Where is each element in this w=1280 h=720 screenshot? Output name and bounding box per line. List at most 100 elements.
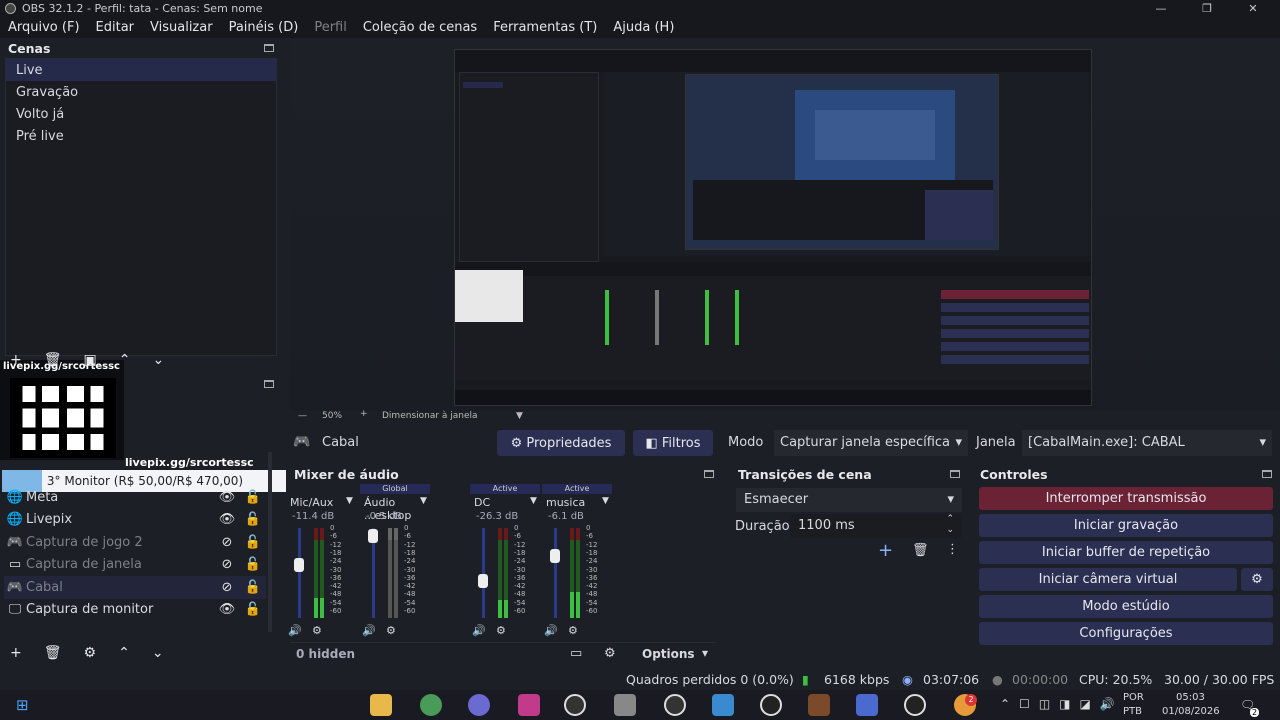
volume-handle[interactable]: [478, 574, 488, 589]
start-virtual-camera-button[interactable]: Iniciar câmera virtual: [979, 568, 1237, 591]
scene-item-pre-live[interactable]: Pré live: [6, 125, 276, 147]
channel-settings-icon[interactable]: ⚙: [312, 624, 322, 637]
app-icon[interactable]: [518, 694, 540, 716]
menu-colecao[interactable]: Coleção de cenas: [355, 20, 485, 35]
windows-start-icon[interactable]: ⊞: [16, 696, 29, 714]
speaker-icon[interactable]: 🔊: [288, 624, 302, 637]
lock-icon[interactable]: 🔓: [240, 557, 266, 572]
remove-transition-icon[interactable]: 🗑: [912, 543, 929, 558]
virtual-camera-settings-icon[interactable]: ⚙: [1241, 568, 1273, 591]
channel-settings-icon[interactable]: ⚙: [568, 624, 578, 637]
lock-icon[interactable]: 🔓: [240, 490, 266, 505]
muted-speaker-icon[interactable]: 🔊: [362, 624, 376, 637]
tray-icons[interactable]: ⌃☐◫◨◪🔊: [1000, 697, 1124, 711]
volume-handle[interactable]: [550, 549, 560, 563]
source-row[interactable]: 🎮 Captura de jogo 2 ⊘ 🔓: [4, 531, 266, 554]
menu-paineis[interactable]: Painéis (D): [221, 20, 307, 35]
start-replay-buffer-button[interactable]: Iniciar buffer de repetição: [979, 541, 1273, 564]
app6-icon[interactable]: [904, 694, 926, 716]
minimize-button[interactable]: —: [1138, 0, 1184, 17]
eye-off-icon[interactable]: ⊘: [214, 557, 240, 572]
eye-off-icon[interactable]: ⊘: [214, 580, 240, 595]
menu-ajuda[interactable]: Ajuda (H): [605, 20, 682, 35]
clock-date[interactable]: 01/08/2026: [1162, 706, 1220, 717]
lock-icon[interactable]: 🔓: [240, 512, 266, 527]
undock-icon[interactable]: [704, 470, 714, 478]
lock-icon[interactable]: 🔓: [240, 580, 266, 595]
scene-down-icon[interactable]: ⌄: [152, 352, 164, 368]
remove-source-icon[interactable]: 🗑: [44, 645, 62, 661]
app5-icon[interactable]: [808, 694, 830, 716]
volume-slider[interactable]: [554, 528, 557, 618]
transition-select[interactable]: Esmaecer ▾: [736, 488, 962, 512]
fit-dropdown-icon[interactable]: ▼: [516, 411, 523, 421]
mode-select[interactable]: Capturar janela específica ▾: [774, 430, 968, 456]
spinner-icon[interactable]: ⌃ ⌄: [946, 514, 954, 536]
obs-taskbar-icon[interactable]: [564, 694, 586, 716]
scene-up-icon[interactable]: ⌃: [119, 352, 131, 368]
menu-perfil[interactable]: Perfil: [306, 20, 355, 35]
scene-item-gravacao[interactable]: Gravação: [6, 81, 276, 103]
chrome-icon[interactable]: [420, 694, 442, 716]
source-down-icon[interactable]: ⌄: [152, 645, 164, 661]
source-row[interactable]: 🌐 Livepix 👁 🔓: [4, 509, 266, 532]
volume-handle[interactable]: [294, 558, 304, 572]
app2-icon[interactable]: [614, 694, 636, 716]
volume-slider[interactable]: [482, 528, 485, 618]
menu-ferramentas[interactable]: Ferramentas (T): [485, 20, 605, 35]
scene-item-live[interactable]: Live: [6, 59, 276, 81]
lang-1[interactable]: POR: [1123, 692, 1144, 703]
lock-icon[interactable]: 🔓: [240, 535, 266, 550]
scene-item-volto-ja[interactable]: Volto já: [6, 103, 276, 125]
mixer-settings-icon[interactable]: ⚙: [604, 646, 616, 661]
source-up-icon[interactable]: ⌃: [118, 645, 130, 661]
fit-mode[interactable]: Dimensionar à janela: [382, 411, 478, 421]
channel-settings-icon[interactable]: ⚙: [496, 624, 506, 637]
remove-scene-icon[interactable]: 🗑: [44, 352, 62, 368]
channel-menu-icon[interactable]: ▼: [346, 496, 353, 506]
maximize-button[interactable]: ❐: [1184, 0, 1230, 17]
menu-visualizar[interactable]: Visualizar: [142, 20, 221, 35]
add-source-icon[interactable]: +: [10, 645, 22, 661]
zoom-out-icon[interactable]: —: [298, 411, 307, 421]
channel-menu-icon[interactable]: ▼: [530, 496, 537, 506]
add-scene-icon[interactable]: +: [10, 352, 22, 368]
source-settings-icon[interactable]: ⚙: [84, 645, 97, 661]
channel-settings-icon[interactable]: ⚙: [386, 624, 396, 637]
add-transition-icon[interactable]: +: [878, 540, 893, 561]
menu-arquivo[interactable]: Arquivo (F): [0, 20, 88, 35]
volume-slider[interactable]: [298, 528, 301, 618]
app4-icon[interactable]: [760, 694, 782, 716]
undock-icon[interactable]: [1262, 470, 1272, 478]
more-icon[interactable]: ⋮: [946, 542, 959, 557]
duration-input[interactable]: 1100 ms ⌃ ⌄: [790, 514, 962, 538]
eye-icon[interactable]: 👁: [214, 490, 240, 505]
close-button[interactable]: ✕: [1230, 0, 1276, 17]
lang-2[interactable]: PTB: [1123, 706, 1142, 717]
window-select[interactable]: [CabalMain.exe]: CABAL ▾: [1022, 430, 1272, 456]
start-recording-button[interactable]: Iniciar gravação: [979, 514, 1273, 537]
obs2-taskbar-icon[interactable]: [664, 694, 686, 716]
lock-icon[interactable]: 🔓: [240, 602, 266, 617]
app3-icon[interactable]: [712, 694, 734, 716]
sources-undock-icon[interactable]: [264, 380, 274, 388]
clock-time[interactable]: 05:03: [1176, 692, 1205, 703]
channel-menu-icon[interactable]: ▼: [420, 496, 427, 506]
properties-button[interactable]: ⚙ Propriedades: [497, 430, 625, 456]
filters-button[interactable]: ◧ Filtros: [633, 430, 713, 456]
source-row[interactable]: 🌐 Meta 👁 🔓: [4, 486, 266, 509]
channel-menu-icon[interactable]: ▼: [602, 496, 609, 506]
eye-icon[interactable]: 👁: [214, 602, 240, 617]
source-row[interactable]: ▭ Captura de janela ⊘ 🔓: [4, 554, 266, 577]
browser-icon[interactable]: [468, 694, 490, 716]
undock-icon[interactable]: [264, 44, 274, 52]
source-row[interactable]: 🎮 Cabal ⊘ 🔓: [4, 576, 266, 599]
menu-editar[interactable]: Editar: [88, 20, 143, 35]
studio-mode-button[interactable]: Modo estúdio: [979, 595, 1273, 618]
options-menu[interactable]: Options: [642, 647, 695, 661]
scene-filter-icon[interactable]: ▣: [84, 352, 97, 368]
undock-icon[interactable]: [950, 470, 960, 478]
speaker-icon[interactable]: 🔊: [544, 624, 558, 637]
layout-icon[interactable]: ▭: [570, 646, 582, 661]
file-explorer-icon[interactable]: [370, 694, 392, 716]
